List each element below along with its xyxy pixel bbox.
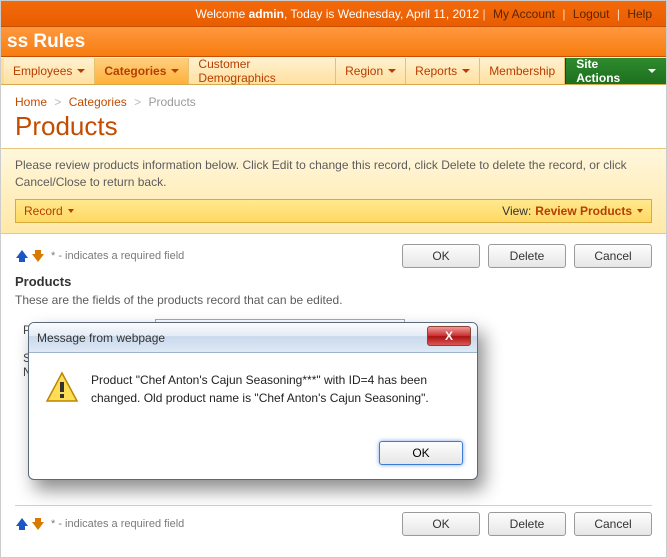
breadcrumb-separator: > xyxy=(50,95,65,109)
breadcrumb-products: Products xyxy=(148,95,195,109)
prev-record-button[interactable] xyxy=(15,517,29,531)
chevron-down-icon xyxy=(462,69,470,73)
view-value: Review Products xyxy=(535,204,632,218)
record-label: Record xyxy=(24,204,63,218)
chevron-down-icon xyxy=(171,69,179,73)
dialog-ok-button[interactable]: OK xyxy=(379,441,463,465)
menu-customer-demographics[interactable]: Customer Demographics xyxy=(189,58,336,84)
delete-button[interactable]: Delete xyxy=(488,512,566,536)
record-dropdown[interactable]: Record xyxy=(24,204,74,218)
menu-employees[interactable]: Employees xyxy=(4,58,95,84)
page-title: Products xyxy=(15,111,652,142)
logout-link[interactable]: Logout xyxy=(569,7,614,21)
chevron-down-icon xyxy=(77,69,85,73)
menu-label: Region xyxy=(345,64,383,78)
cancel-button[interactable]: Cancel xyxy=(574,512,652,536)
site-actions-label: Site Actions xyxy=(576,57,642,85)
app-title: ss Rules xyxy=(1,27,666,57)
dialog-message: Product "Chef Anton's Cajun Seasoning***… xyxy=(91,371,461,407)
view-dropdown[interactable]: Review Products xyxy=(535,204,643,218)
prev-record-button[interactable] xyxy=(15,249,29,263)
breadcrumb-categories[interactable]: Categories xyxy=(69,95,127,109)
chevron-down-icon xyxy=(388,69,396,73)
view-label: View: xyxy=(502,204,531,218)
record-bar: Record View: Review Products xyxy=(15,199,652,223)
delete-button[interactable]: Delete xyxy=(488,244,566,268)
menu-categories[interactable]: Categories xyxy=(95,58,189,84)
next-record-button[interactable] xyxy=(31,517,45,531)
separator-line xyxy=(15,505,652,506)
main-menu: Employees Categories Customer Demographi… xyxy=(1,57,666,85)
menu-label: Customer Demographics xyxy=(198,57,326,85)
chevron-down-icon xyxy=(68,209,74,213)
section-title: Products xyxy=(15,274,652,289)
welcome-text: Welcome admin, Today is Wednesday, April… xyxy=(195,7,482,21)
required-note: * - indicates a required field xyxy=(51,250,184,262)
instructions-text: Please review products information below… xyxy=(15,157,652,191)
alert-dialog: Message from webpage X Product "Chef Ant… xyxy=(28,322,478,480)
dialog-titlebar[interactable]: Message from webpage X xyxy=(29,323,477,353)
next-record-button[interactable] xyxy=(31,249,45,263)
breadcrumb: Home > Categories > Products xyxy=(15,95,652,109)
dialog-title: Message from webpage xyxy=(37,331,165,345)
ok-button[interactable]: OK xyxy=(402,512,480,536)
separator: | xyxy=(562,7,568,21)
ok-button[interactable]: OK xyxy=(402,244,480,268)
menu-reports[interactable]: Reports xyxy=(406,58,480,84)
chevron-down-icon xyxy=(648,69,656,73)
cancel-button[interactable]: Cancel xyxy=(574,244,652,268)
section-description: These are the fields of the products rec… xyxy=(15,293,652,307)
help-link[interactable]: Help xyxy=(623,7,656,21)
site-actions-button[interactable]: Site Actions xyxy=(565,58,666,84)
chevron-down-icon xyxy=(637,209,643,213)
warning-icon xyxy=(45,371,79,405)
welcome-date: Wednesday, April 11, 2012 xyxy=(338,7,479,21)
breadcrumb-home[interactable]: Home xyxy=(15,95,47,109)
menu-label: Membership xyxy=(489,64,555,78)
breadcrumb-separator: > xyxy=(130,95,145,109)
welcome-prefix: Welcome xyxy=(195,7,248,21)
menu-label: Reports xyxy=(415,64,457,78)
menu-membership[interactable]: Membership xyxy=(480,58,565,84)
menu-label: Categories xyxy=(104,64,166,78)
top-bar: Welcome admin, Today is Wednesday, April… xyxy=(1,1,666,27)
menu-region[interactable]: Region xyxy=(336,58,406,84)
menu-label: Employees xyxy=(13,64,72,78)
dialog-close-button[interactable]: X xyxy=(427,326,471,346)
welcome-user: admin xyxy=(249,7,284,21)
date-prefix: , Today is xyxy=(284,7,338,21)
required-note: * - indicates a required field xyxy=(51,518,184,530)
my-account-link[interactable]: My Account xyxy=(489,7,559,21)
